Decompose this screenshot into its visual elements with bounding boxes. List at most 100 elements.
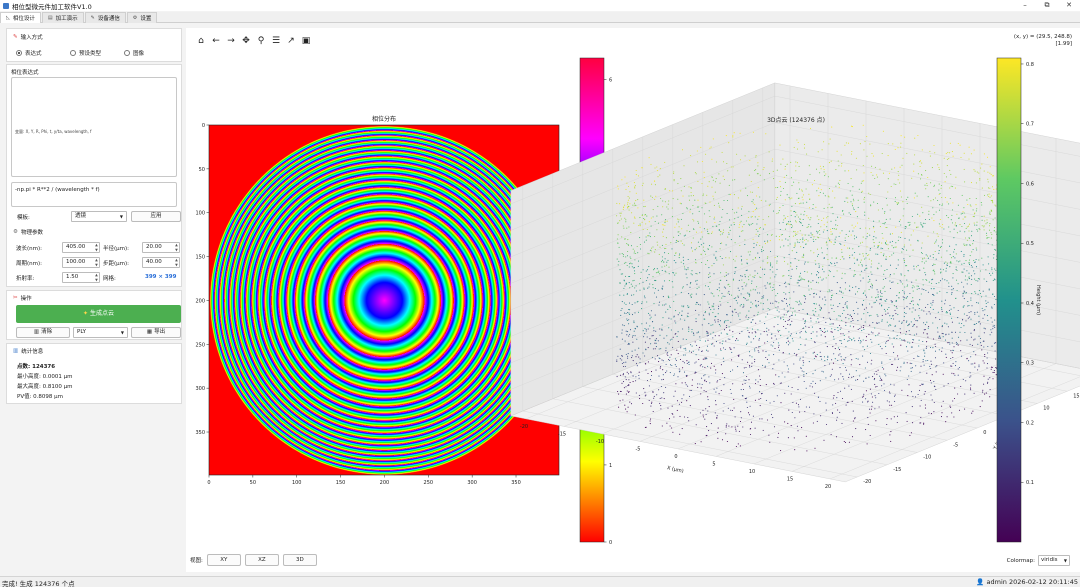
expression-input[interactable]: -np.pi * R**2 / (wavelength * f) [11, 182, 177, 207]
stepper-icon[interactable]: ▲ ▼ [174, 243, 179, 252]
export-button[interactable]: ▦ 导出 [131, 327, 181, 338]
cloud-point [639, 358, 641, 360]
cloud-point [769, 309, 771, 311]
period-input[interactable]: 100.00 ▲ ▼ [62, 257, 100, 268]
cloud-point [841, 359, 843, 361]
cloud-point [727, 273, 729, 275]
cloud-point [767, 299, 769, 301]
cloud-point [746, 327, 748, 329]
cloud-point [818, 195, 820, 197]
cloud-point [993, 278, 995, 280]
cloud-point [978, 290, 980, 292]
view-xz-button[interactable]: XZ [244, 554, 279, 566]
colormap-select[interactable]: viridis ▼ [1038, 555, 1070, 566]
cloud-point [864, 321, 866, 323]
apply-button[interactable]: 应用 [131, 211, 181, 222]
cloud-point [794, 245, 796, 247]
format-select[interactable]: PLY ▼ [73, 327, 128, 338]
cloud-point [655, 346, 657, 348]
cloud-point [954, 387, 956, 389]
cloud-point [972, 240, 975, 242]
cloud-point [660, 366, 662, 368]
cloud-point [974, 224, 976, 226]
cloud-point [734, 179, 736, 181]
radio-preset[interactable]: 预设类型 [70, 49, 101, 57]
cloud-point [919, 384, 921, 387]
tab-settings[interactable]: ⚙ 设置 [126, 12, 158, 23]
index-input[interactable]: 1.50 ▲ ▼ [62, 272, 100, 283]
cloud-point [698, 358, 700, 361]
cloud-point [768, 362, 770, 364]
stepper-icon[interactable]: ▲ ▼ [94, 273, 99, 282]
cloud-point [680, 261, 682, 263]
cloud-point [894, 200, 896, 202]
cloud-point [838, 186, 840, 188]
cloud-point [751, 191, 753, 193]
cloud-point [851, 126, 853, 128]
cloud-point [859, 274, 861, 276]
cloud-point [693, 334, 695, 336]
stepper-icon[interactable]: ▲ ▼ [94, 258, 99, 267]
cloud-point [935, 388, 937, 390]
cloud-point [955, 225, 957, 227]
cloud-point [884, 222, 886, 224]
cloud-point [903, 291, 905, 293]
cloud-point [817, 277, 820, 279]
cloud-point [830, 297, 832, 299]
wavelength-input[interactable]: 405.00 ▲ ▼ [62, 242, 100, 253]
cloud-point [796, 214, 798, 216]
view-xy-button[interactable]: XY [206, 554, 241, 566]
generate-pointcloud-button[interactable]: ✦ 生成点云 [16, 305, 181, 323]
cloud-point [799, 272, 802, 274]
cloud-point [968, 223, 971, 225]
cloud-point [893, 318, 895, 320]
cloud-point [884, 242, 887, 245]
cloud-point [627, 406, 629, 408]
cloud-point [712, 337, 714, 339]
clear-button[interactable]: ▥ 清除 [16, 327, 70, 338]
cloud-point [911, 215, 913, 218]
cloud-point [783, 361, 785, 363]
maximize-icon[interactable]: ⧉ [1036, 0, 1058, 11]
cloud-point [843, 338, 845, 340]
tab-device-comm[interactable]: ✎ 设备通信 [84, 12, 126, 23]
cloud-point [662, 200, 664, 202]
cloud-point [870, 266, 872, 268]
cloud-point [943, 157, 945, 159]
cloud-point [764, 323, 766, 325]
cloud-point [859, 375, 861, 377]
template-select[interactable]: 透镜 ▼ [71, 211, 127, 222]
view-3d-button[interactable]: 3D [282, 554, 317, 566]
cloud-point [908, 375, 910, 377]
radio-expression[interactable]: 表达式 [16, 49, 42, 57]
cloud-point [738, 315, 740, 317]
radio-image[interactable]: 图像 [124, 49, 144, 57]
minimize-icon[interactable]: – [1014, 0, 1036, 11]
cloud-point [811, 184, 813, 186]
cloud-point [909, 342, 911, 344]
cloud-point [793, 181, 795, 183]
stepper-icon[interactable]: ▲ ▼ [94, 243, 99, 252]
cloud-point [790, 161, 792, 163]
cloud-point [639, 289, 641, 291]
cloud-point [818, 321, 820, 323]
cloud-point [792, 235, 794, 237]
cloud-point [977, 302, 979, 304]
cloud-point [946, 312, 948, 314]
cloud-point [893, 384, 895, 386]
tab-phase-design[interactable]: ◺ 相位设计 [0, 12, 41, 23]
cloud-point [619, 212, 621, 214]
cloud-point [812, 280, 814, 282]
cloud-point [617, 185, 619, 187]
radius-input[interactable]: 20.00 ▲ ▼ [142, 242, 180, 253]
cloud-point [989, 196, 991, 198]
cloud-point [643, 287, 645, 289]
stepper-icon[interactable]: ▲ ▼ [174, 258, 179, 267]
tab-machining-demo[interactable]: ▤ 加工演示 [41, 12, 84, 23]
cloud-point [750, 307, 752, 309]
close-icon[interactable]: ✕ [1058, 0, 1080, 11]
cloud-point [990, 274, 992, 276]
step-input[interactable]: 40.00 ▲ ▼ [142, 257, 180, 268]
cloud-point [808, 326, 810, 329]
cloud-point [672, 346, 674, 348]
